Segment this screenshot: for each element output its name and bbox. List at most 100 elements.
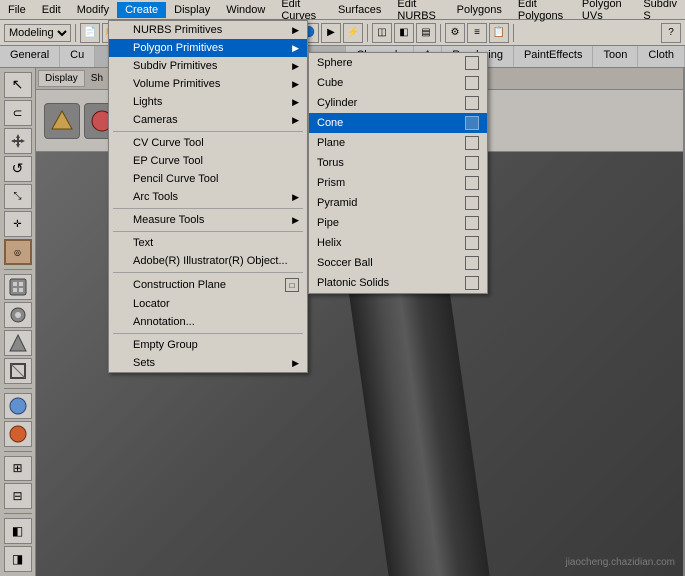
plane-option-icon[interactable] [465,136,479,150]
icon8-btn[interactable]: ◨ [4,546,32,572]
menu-measure-tools[interactable]: Measure Tools ▶ [109,211,307,229]
select-by-type-btn[interactable]: ◧ [394,23,414,43]
menu-create[interactable]: Create [117,2,166,18]
help-btn[interactable]: ? [661,23,681,43]
select-tool-btn[interactable]: ↖ [4,72,32,98]
mode-selector[interactable]: Modeling [4,24,71,42]
icon3-btn[interactable] [4,330,32,356]
pipe-option-icon[interactable] [465,216,479,230]
soft-select-btn[interactable]: ◎ [4,239,32,265]
icon7-btn[interactable]: ◧ [4,518,32,544]
subdiv-arrow-icon: ▶ [292,61,299,72]
menu-display[interactable]: Display [166,2,218,18]
menu-edit-nurbs[interactable]: Edit NURBS [389,0,448,24]
channel-box-btn[interactable]: ≡ [467,23,487,43]
cylinder-option-icon[interactable] [465,96,479,110]
grid-btn[interactable]: ⊞ [4,456,32,482]
icon5-btn[interactable] [4,393,32,419]
sub-platonic-solids[interactable]: Platonic Solids [309,273,487,293]
menu-ep-curve[interactable]: EP Curve Tool [109,152,307,170]
menu-sep2 [113,208,303,209]
menu-cameras[interactable]: Cameras ▶ [109,111,307,129]
icon4-btn[interactable] [4,358,32,384]
sub-plane[interactable]: Plane [309,133,487,153]
sub-pyramid[interactable]: Pyramid [309,193,487,213]
torus-option-icon[interactable] [465,156,479,170]
shelf-tab-sh[interactable]: Sh [85,71,109,86]
menu-edit-polygons[interactable]: Edit Polygons [510,0,574,24]
helix-option-icon[interactable] [465,236,479,250]
menu-window[interactable]: Window [218,2,273,18]
menu-surfaces[interactable]: Surfaces [330,2,389,18]
menu-cv-curve[interactable]: CV Curve Tool [109,134,307,152]
attr-editor-btn[interactable]: 📋 [489,23,509,43]
cube-option-icon[interactable] [465,76,479,90]
menu-subdiv-primitives[interactable]: Subdiv Primitives ▶ [109,57,307,75]
menu-volume-primitives[interactable]: Volume Primitives ▶ [109,75,307,93]
tab-paint-effects[interactable]: PaintEffects [514,46,594,67]
menu-subdiv[interactable]: Subdiv S [635,0,685,24]
shelf-icon1[interactable] [44,103,80,139]
menu-empty-group[interactable]: Empty Group [109,336,307,354]
grid2-btn[interactable]: ⊟ [4,483,32,509]
volume-arrow-icon: ▶ [292,79,299,90]
sub-soccer-ball[interactable]: Soccer Ball [309,253,487,273]
menu-nurbs-primitives[interactable]: NURBS Primitives ▶ [109,21,307,39]
menu-annotation[interactable]: Annotation... [109,313,307,331]
move-tool-btn[interactable] [4,128,32,154]
tab-general[interactable]: General [0,46,60,67]
arc-arrow-icon: ▶ [292,192,299,203]
tab-toon[interactable]: Toon [593,46,638,67]
polygon-arrow-icon: ▶ [292,43,299,54]
sub-pipe[interactable]: Pipe [309,213,487,233]
menu-lights[interactable]: Lights ▶ [109,93,307,111]
rotate-tool-btn[interactable]: ↺ [4,156,32,182]
sub-cylinder[interactable]: Cylinder [309,93,487,113]
soccer-option-icon[interactable] [465,256,479,270]
menu-construction-plane[interactable]: Construction Plane □ [109,275,307,295]
shelf-tab-display[interactable]: Display [38,70,85,87]
icon6-btn[interactable] [4,421,32,447]
menu-polygons[interactable]: Polygons [449,2,510,18]
menu-polygon-primitives[interactable]: Polygon Primitives ▶ [109,39,307,57]
sub-torus[interactable]: Torus [309,153,487,173]
show-hide-btn[interactable]: ◫ [372,23,392,43]
layer-editor-btn[interactable]: ▤ [416,23,436,43]
menu-pencil-curve[interactable]: Pencil Curve Tool [109,170,307,188]
sub-sphere[interactable]: Sphere [309,53,487,73]
tab-cloth[interactable]: Cloth [638,46,685,67]
render-btn[interactable]: ▶ [321,23,341,43]
menu-modify[interactable]: Modify [69,2,117,18]
sub-cube[interactable]: Cube [309,73,487,93]
icon1-btn[interactable] [4,274,32,300]
tool-sep1 [4,269,32,270]
menu-polygon-uvs[interactable]: Polygon UVs [574,0,635,24]
platonic-option-icon[interactable] [465,276,479,290]
toolbar-sep7 [513,24,514,42]
tab-cu[interactable]: Cu [60,46,95,67]
lasso-tool-btn[interactable]: ⊂ [4,100,32,126]
sphere-option-icon[interactable] [465,56,479,70]
menu-sets[interactable]: Sets ▶ [109,354,307,372]
lights-arrow-icon: ▶ [292,97,299,108]
cone-option-icon[interactable] [465,116,479,130]
menu-arc-tools[interactable]: Arc Tools ▶ [109,188,307,206]
sub-prism[interactable]: Prism [309,173,487,193]
input-ops-btn[interactable]: ⚙ [445,23,465,43]
menu-illustrator[interactable]: Adobe(R) Illustrator(R) Object... [109,252,307,270]
menu-edit[interactable]: Edit [34,2,69,18]
icon2-btn[interactable] [4,302,32,328]
menu-file[interactable]: File [0,2,34,18]
new-file-btn[interactable]: 📄 [80,23,100,43]
universal-manip-btn[interactable]: ✛ [4,211,32,237]
pyramid-option-icon[interactable] [465,196,479,210]
sub-cone[interactable]: Cone [309,113,487,133]
menu-text[interactable]: Text [109,234,307,252]
scale-tool-btn[interactable]: ⤡ [4,184,32,210]
menu-locator[interactable]: Locator [109,295,307,313]
sub-helix[interactable]: Helix [309,233,487,253]
toolbar-sep5 [367,24,368,42]
prism-option-icon[interactable] [465,176,479,190]
ipr-btn[interactable]: ⚡ [343,23,363,43]
menu-sep1 [113,131,303,132]
